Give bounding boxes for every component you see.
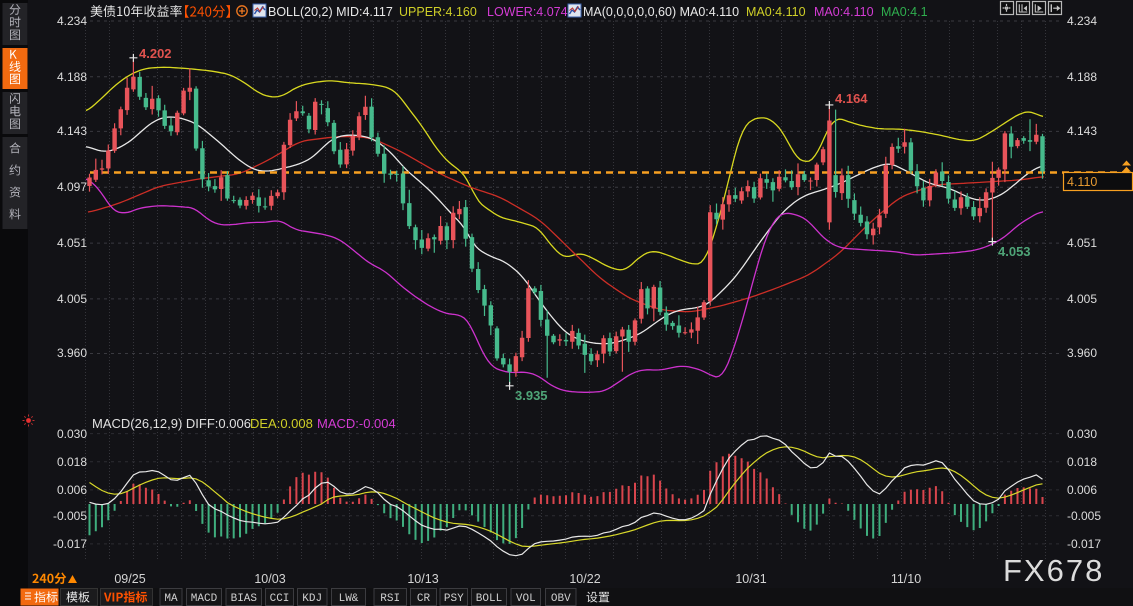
svg-text:-0.005: -0.005 — [53, 509, 87, 523]
svg-text:DEA:0.008: DEA:0.008 — [250, 416, 313, 431]
svg-text:MACD: MACD — [191, 593, 218, 605]
svg-text:CR: CR — [417, 593, 431, 605]
svg-text:10/31: 10/31 — [735, 572, 766, 586]
svg-text:4.005: 4.005 — [1067, 292, 1097, 306]
svg-text:4.005: 4.005 — [57, 292, 87, 306]
svg-text:BOLL: BOLL — [476, 593, 502, 605]
svg-text:MA(0,0,0,0,0,60) MA0:4.110: MA(0,0,0,0,0,60) MA0:4.110 — [583, 5, 739, 19]
svg-text:10/13: 10/13 — [407, 572, 438, 586]
svg-text:4.188: 4.188 — [57, 70, 87, 84]
svg-text:0.030: 0.030 — [1067, 427, 1097, 441]
svg-text:4.110: 4.110 — [1067, 175, 1097, 189]
svg-text:MACD(26,12,9) DIFF:0.006: MACD(26,12,9) DIFF:0.006 — [92, 416, 251, 431]
svg-text:10/22: 10/22 — [569, 572, 600, 586]
svg-text:0.018: 0.018 — [57, 455, 87, 469]
svg-text:FX678: FX678 — [1003, 553, 1104, 588]
svg-text:0.006: 0.006 — [57, 483, 87, 497]
svg-text:CCI: CCI — [270, 593, 290, 605]
svg-text:4.188: 4.188 — [1067, 70, 1097, 84]
svg-text:-0.017: -0.017 — [1067, 537, 1101, 551]
svg-text:10/03: 10/03 — [254, 572, 285, 586]
svg-text:-0.005: -0.005 — [1067, 509, 1101, 523]
svg-text:4.234: 4.234 — [1067, 14, 1097, 28]
svg-text:4.051: 4.051 — [1067, 236, 1097, 250]
svg-text:4.053: 4.053 — [998, 244, 1031, 259]
svg-text:BIAS: BIAS — [231, 593, 258, 605]
svg-text:MACD:-0.004: MACD:-0.004 — [317, 416, 396, 431]
svg-text:BOLL(20,2) MID:4.117: BOLL(20,2) MID:4.117 — [268, 5, 393, 19]
svg-text:MA0:4.1: MA0:4.1 — [881, 5, 928, 19]
svg-text:UPPER:4.160: UPPER:4.160 — [399, 5, 477, 19]
svg-text:0.018: 0.018 — [1067, 455, 1097, 469]
svg-text:4.164: 4.164 — [835, 91, 868, 106]
svg-text:LOWER:4.074: LOWER:4.074 — [487, 5, 568, 19]
svg-text:MA: MA — [164, 593, 178, 605]
svg-text:VOL: VOL — [516, 593, 536, 605]
svg-text:11/10: 11/10 — [891, 572, 921, 586]
svg-text:4.097: 4.097 — [57, 180, 87, 194]
svg-text:0.030: 0.030 — [57, 427, 87, 441]
svg-text:RSI: RSI — [380, 593, 400, 605]
svg-text:09/25: 09/25 — [114, 572, 145, 586]
svg-text:4.143: 4.143 — [1067, 124, 1097, 138]
svg-text:4.143: 4.143 — [57, 124, 87, 138]
svg-text:3.960: 3.960 — [57, 346, 87, 360]
svg-text:LW&: LW& — [339, 593, 359, 605]
svg-text:MA0:4.110: MA0:4.110 — [746, 5, 806, 19]
svg-text:4.202: 4.202 — [139, 46, 172, 61]
svg-text:3.935: 3.935 — [515, 388, 548, 403]
svg-text:MA0:4.110: MA0:4.110 — [814, 5, 874, 19]
svg-text:PSY: PSY — [444, 593, 464, 605]
svg-text:-0.017: -0.017 — [53, 537, 87, 551]
svg-text:4.234: 4.234 — [57, 14, 87, 28]
svg-text:4.051: 4.051 — [57, 236, 87, 250]
svg-text:0.006: 0.006 — [1067, 483, 1097, 497]
svg-text:3.960: 3.960 — [1067, 346, 1097, 360]
svg-text:KDJ: KDJ — [302, 593, 322, 605]
svg-text:OBV: OBV — [551, 593, 571, 605]
